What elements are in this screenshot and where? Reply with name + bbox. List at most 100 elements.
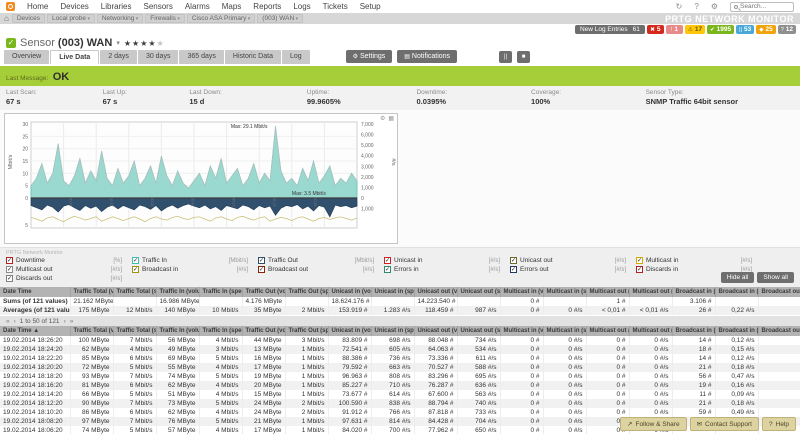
column-header-unicast-in-speed[interactable]: Unicast in (speed) <box>371 326 414 336</box>
breadcrumb-item-devices[interactable]: Devices <box>12 14 45 23</box>
checkbox-multicast-out[interactable]: ✓ <box>6 266 13 273</box>
checkbox-discards-out[interactable]: ✓ <box>6 275 13 282</box>
footer-button-contact-support[interactable]: ✉Contact Support <box>690 417 759 431</box>
tab-log[interactable]: Log <box>282 50 310 64</box>
checkbox-unicast-in[interactable]: ✓ <box>384 257 391 264</box>
column-header-unicast-out-volume[interactable]: Unicast out (volume) <box>414 326 457 336</box>
tab-2-days[interactable]: 2 days <box>100 50 137 64</box>
footer-button-help[interactable]: ?Help <box>762 417 796 431</box>
tab-365-days[interactable]: 365 days <box>179 50 223 64</box>
column-header-broadcast-out-volume[interactable]: Broadcast out (volume) <box>758 326 800 336</box>
breadcrumb-item-networking[interactable]: Networking ▾ <box>97 14 143 23</box>
hide-all-button[interactable]: Hide all <box>721 272 755 283</box>
column-header-unicast-out-speed[interactable]: Unicast out (speed) <box>457 326 500 336</box>
home-icon[interactable]: ⌂ <box>4 14 9 23</box>
sensor-state-badge-c53[interactable]: ||53 <box>736 25 754 34</box>
cell: 3.106 # <box>672 297 715 306</box>
cell: 0 # <box>500 363 543 372</box>
sensor-state-badge-c12[interactable]: ?12 <box>778 25 796 34</box>
checkbox-traffic-out[interactable]: ✓ <box>258 257 265 264</box>
column-header-multicast-out-speed[interactable]: Multicast out (speed) <box>629 326 672 336</box>
gear-icon[interactable]: ⚙ <box>711 2 718 11</box>
checkbox-errors-out[interactable]: ✓ <box>510 266 517 273</box>
sensor-state-badge-c17[interactable]: ⚠17 <box>685 25 705 34</box>
nav-item-reports[interactable]: Reports <box>253 2 281 11</box>
breadcrumb-item-firewalls[interactable]: Firewalls ▾ <box>145 14 185 23</box>
notifications-button[interactable]: ▤ Notifications <box>397 50 457 63</box>
column-header-traffic-total-speed[interactable]: Traffic Total (speed) <box>113 326 156 336</box>
cell: 0 # <box>500 381 543 390</box>
footer-button-follow-share[interactable]: ↗Follow & Share <box>620 417 687 431</box>
column-header-traffic-out-speed[interactable]: Traffic Out (speed) <box>285 326 328 336</box>
status-field-last-down: Last Down:15 d <box>189 89 307 110</box>
cell: 6 Mbit/s <box>113 354 156 363</box>
nav-item-maps[interactable]: Maps <box>222 2 242 11</box>
breadcrumb-item-cisco-asa-primary[interactable]: Cisco ASA Primary ▾ <box>187 14 255 23</box>
column-header-traffic-out-volume[interactable]: Traffic Out (volume) <box>242 326 285 336</box>
y-axis-tick-left: 20 <box>22 147 28 153</box>
chevron-down-icon[interactable]: ▾ <box>116 39 120 47</box>
stop-button[interactable]: ■ <box>517 51 530 63</box>
next-page-button[interactable]: › <box>64 318 66 325</box>
checkbox-traffic-in[interactable]: ✓ <box>132 257 139 264</box>
tab-live-data[interactable]: Live Data <box>50 50 99 64</box>
sensor-state-badge-c5[interactable]: ✖5 <box>647 25 664 34</box>
column-header-unicast-in-volume[interactable]: Unicast in (volume) <box>328 326 371 336</box>
checkbox-broadcast-in[interactable]: ✓ <box>132 266 139 273</box>
column-header-multicast-in-volume[interactable]: Multicast in (volume) <box>500 326 543 336</box>
status-value: 100% <box>531 97 640 106</box>
checkbox-downtime[interactable]: ✓ <box>6 257 13 264</box>
status-value: 67 s <box>103 97 184 106</box>
show-all-button[interactable]: Show all <box>757 272 794 283</box>
column-header-traffic-in-volume[interactable]: Traffic In (volume) <box>156 326 199 336</box>
y-axis-tick-left: 25 <box>22 134 28 140</box>
nav-item-sensors[interactable]: Sensors <box>143 2 172 11</box>
nav-item-setup[interactable]: Setup <box>360 2 381 11</box>
checkbox-broadcast-out[interactable]: ✓ <box>258 266 265 273</box>
breadcrumb-item-003-wan[interactable]: (003) WAN ▾ <box>257 14 303 23</box>
help-icon[interactable]: ? <box>694 2 698 11</box>
checkbox-multicast-in[interactable]: ✓ <box>636 257 643 264</box>
breadcrumb-item-local-probe[interactable]: Local probe ▾ <box>47 14 95 23</box>
priority-stars[interactable]: ★★★★★ <box>124 39 165 48</box>
cell: 90 MByte <box>70 399 113 408</box>
cell: 87.818 # <box>414 408 457 417</box>
checkbox-errors-in[interactable]: ✓ <box>384 266 391 273</box>
nav-item-logs[interactable]: Logs <box>293 2 310 11</box>
prev-page-button[interactable]: ‹ <box>14 318 16 325</box>
settings-button[interactable]: ⚙ Settings <box>346 50 393 63</box>
last-page-button[interactable]: » <box>70 318 74 325</box>
nav-item-alarms[interactable]: Alarms <box>185 2 210 11</box>
first-page-button[interactable]: « <box>6 318 10 325</box>
checkbox-discards-in[interactable]: ✓ <box>636 266 643 273</box>
pause-button[interactable]: || <box>499 51 512 63</box>
chart-gear-icon[interactable]: ⚙ <box>380 115 385 122</box>
status-field-last-up: Last Up:67 s <box>103 89 190 110</box>
legend-label: Discards in <box>646 266 678 273</box>
sensor-state-badge-c1[interactable]: !1 <box>666 25 683 34</box>
tab-historic-data[interactable]: Historic Data <box>225 50 281 64</box>
search-input[interactable] <box>740 3 790 10</box>
sensor-state-badge-c1995[interactable]: ✔1995 <box>707 25 734 34</box>
column-header-broadcast-in-speed[interactable]: Broadcast in (speed) <box>715 326 758 336</box>
column-header-date-time[interactable]: Date Time ▲ <box>0 326 70 336</box>
x-axis-tick: 16:00 <box>149 196 154 207</box>
refresh-icon[interactable]: ↻ <box>676 2 683 11</box>
nav-item-tickets[interactable]: Tickets <box>323 2 348 11</box>
tab-30-days[interactable]: 30 days <box>138 50 179 64</box>
column-header-multicast-out-volume[interactable]: Multicast out (volume) <box>586 326 629 336</box>
column-header-multicast-in-speed[interactable]: Multicast in (speed) <box>543 326 586 336</box>
column-header-traffic-total-volume[interactable]: Traffic Total (volume) <box>70 326 113 336</box>
new-log-entries-button[interactable]: New Log Entries 61 <box>575 25 645 34</box>
nav-item-devices[interactable]: Devices <box>60 2 88 11</box>
checkbox-unicast-out[interactable]: ✓ <box>510 257 517 264</box>
cell: 14.223.540 # <box>414 297 457 306</box>
nav-item-libraries[interactable]: Libraries <box>101 2 132 11</box>
tab-overview[interactable]: Overview <box>4 50 49 64</box>
sensor-state-badge-c25[interactable]: ◆25 <box>756 25 775 34</box>
search-box[interactable] <box>730 2 794 12</box>
column-header-traffic-in-speed[interactable]: Traffic In (speed) <box>199 326 242 336</box>
chart-grid-icon[interactable]: ▦ <box>388 115 394 122</box>
nav-item-home[interactable]: Home <box>27 2 48 11</box>
column-header-broadcast-in-volume[interactable]: Broadcast in (volume) <box>672 326 715 336</box>
